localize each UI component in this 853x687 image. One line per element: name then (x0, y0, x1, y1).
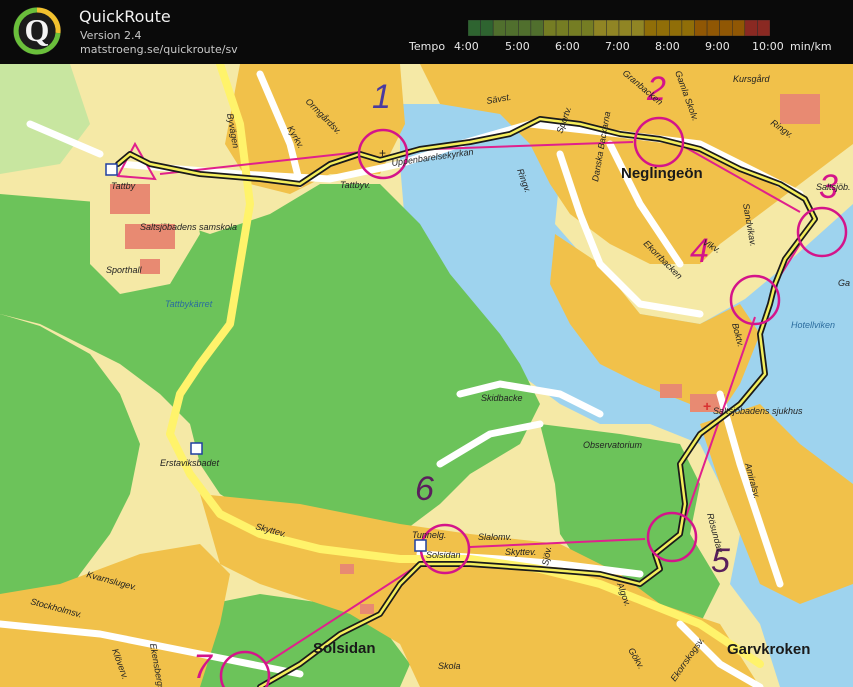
pace-scale-cell (530, 20, 544, 36)
svg-text:Q: Q (25, 12, 50, 48)
pace-tick-label: 6:00 (555, 40, 580, 53)
place-label: Kursgård (733, 74, 771, 84)
feature-label: Skidbacke (481, 393, 523, 403)
pace-scale-cell (543, 20, 557, 36)
pace-scale-cell (568, 20, 582, 36)
pace-tick-label: 10:00 (752, 40, 784, 53)
pace-scale-cell (555, 20, 569, 36)
app-url: matstroeng.se/quickroute/sv (80, 43, 238, 56)
pace-scale-cell (581, 20, 595, 36)
app-title: QuickRoute (79, 7, 171, 26)
control-number-7: 7 (193, 648, 213, 686)
pace-scale-cell (719, 20, 733, 36)
street-label: Skyttev. (505, 547, 536, 557)
bus-stop-label: Tattby (111, 181, 136, 191)
pace-tick-label: 7:00 (605, 40, 630, 53)
street-label: Slalomv. (478, 532, 512, 542)
control-number-6: 6 (415, 470, 434, 508)
pace-tick-label: 8:00 (655, 40, 680, 53)
pace-scale-cell (643, 20, 658, 36)
building-label: Sporthall (106, 265, 143, 275)
pace-tick-label: 9:00 (705, 40, 730, 53)
street-label: Tunnelg. (412, 530, 446, 540)
pace-tick-label: 5:00 (505, 40, 530, 53)
pace-scale-cell (656, 20, 670, 36)
building-label: Saltsjöbadens sjukhus (713, 406, 803, 416)
street-label: Tattbyv. (340, 180, 371, 190)
quickroute-logo: Q (13, 7, 61, 55)
station-label: Saltsjöb. (816, 182, 851, 192)
pace-scale-cell (631, 20, 645, 36)
pace-scale-cell (593, 20, 607, 36)
pace-scale-cell (505, 20, 519, 36)
pace-legend-label: Tempo (409, 40, 446, 53)
orienteering-map[interactable]: 1 2 3 4 5 6 7 Neglingeön Solsidan Garvkr… (0, 64, 853, 687)
pace-scale-cell (606, 20, 620, 36)
app-version: Version 2.4 (80, 29, 142, 42)
school-label: Skola (438, 661, 461, 671)
pace-scale-cell (518, 20, 532, 36)
pace-scale-cell (492, 20, 506, 36)
pace-scale-cell (732, 20, 746, 36)
hospital-icon: + (703, 398, 711, 414)
marsh-label: Tattbykärret (165, 299, 213, 309)
place-label-solsidan: Solsidan (313, 640, 376, 657)
header-bar: Q QuickRoute Version 2.4 matstroeng.se/q… (0, 0, 853, 64)
pace-scale-cell (618, 20, 632, 36)
control-number-1: 1 (372, 78, 391, 116)
place-label: Ga (838, 278, 850, 288)
pace-unit-label: min/km (790, 40, 832, 53)
pace-scale-cell (694, 20, 708, 36)
pace-scale-cell (681, 20, 695, 36)
place-label-garvkroken: Garvkroken (727, 641, 810, 658)
building-label: Saltsjöbadens samskola (140, 222, 237, 232)
bay-label: Hotellviken (791, 320, 835, 330)
pace-scale-cell (757, 20, 770, 36)
station-label: Solsidan (426, 550, 461, 560)
feature-label: Observatorium (583, 440, 643, 450)
place-label-neglingeon: Neglingeön (621, 165, 703, 182)
pace-scale-cell (468, 20, 481, 36)
pace-scale-cell (480, 20, 494, 36)
bus-stop-label: Erstaviksbadet (160, 458, 220, 468)
pace-scale-cell (744, 20, 758, 36)
pace-color-scale (468, 20, 770, 36)
pace-scale-cell (706, 20, 720, 36)
pace-scale-cell (669, 20, 683, 36)
pace-tick-label: 4:00 (454, 40, 479, 53)
church-icon: + (379, 146, 386, 160)
